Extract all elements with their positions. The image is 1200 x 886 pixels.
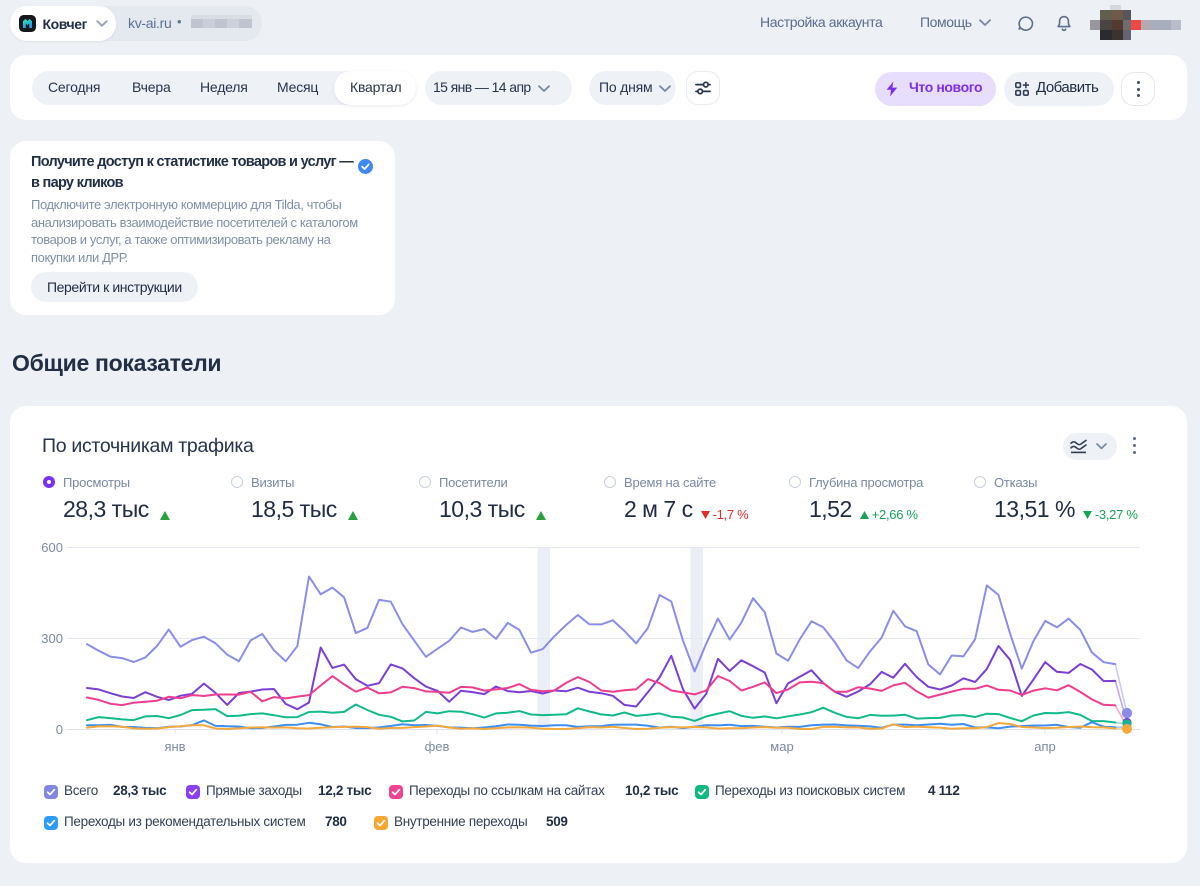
- svg-text:600: 600: [41, 540, 63, 555]
- svg-text:300: 300: [41, 631, 63, 646]
- svg-text:янв: янв: [164, 739, 185, 754]
- svg-text:апр: апр: [1034, 739, 1056, 754]
- svg-text:фев: фев: [425, 739, 450, 754]
- svg-text:мар: мар: [770, 739, 793, 754]
- svg-text:0: 0: [56, 722, 63, 737]
